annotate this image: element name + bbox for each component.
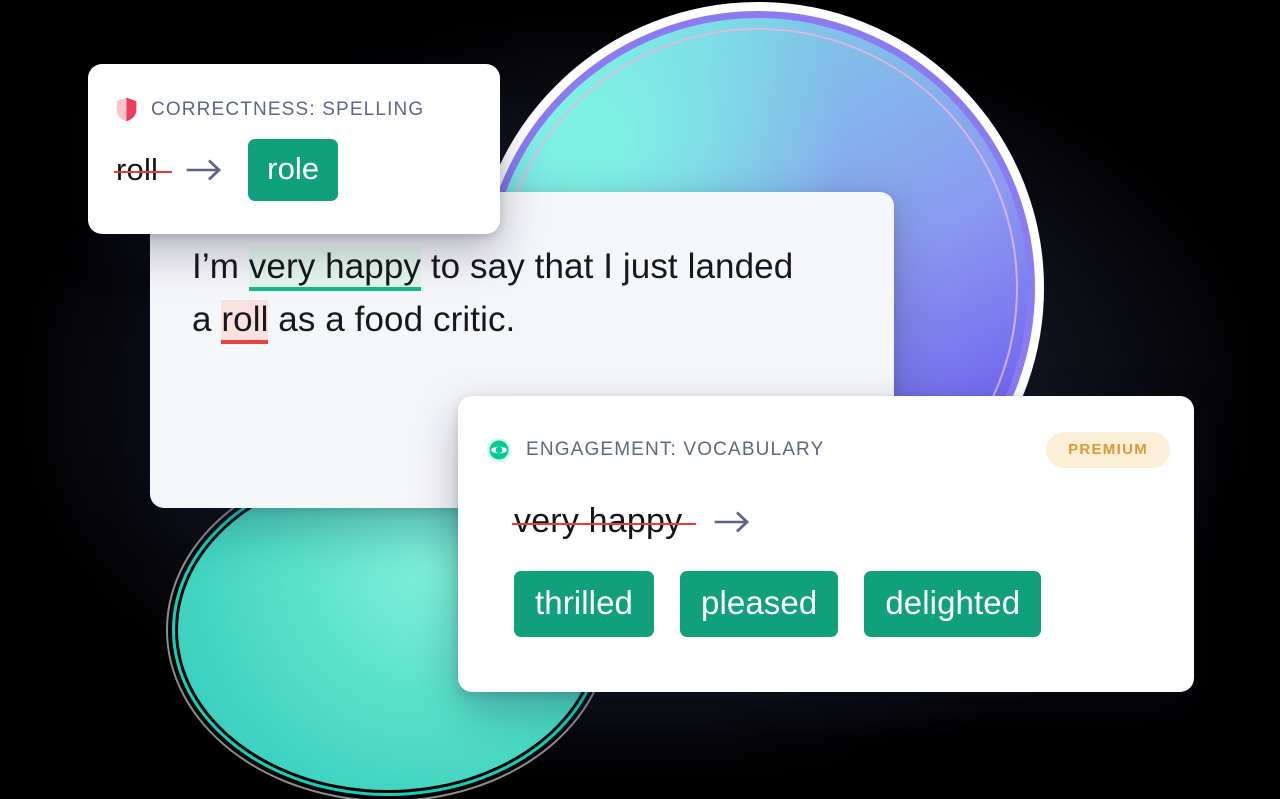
illustration-stage: I’m very happy to say that I just landed…	[0, 0, 1280, 799]
sentence-line1-suffix: to say that I just landed	[421, 247, 794, 286]
arrow-right-icon	[715, 511, 750, 532]
engagement-original-phrase: very happy	[511, 502, 697, 541]
sentence-line2-suffix: as a food critic.	[268, 300, 516, 340]
sentence-line2-prefix: a	[192, 300, 222, 340]
correctness-suggestion-chip[interactable]: role	[248, 139, 339, 201]
correctness-card: CORRECTNESS: SPELLING roll role	[88, 64, 500, 234]
highlight-very-happy[interactable]: very happy	[248, 247, 421, 291]
engagement-card: ENGAGEMENT: VOCABULARY PREMIUM very happ…	[458, 396, 1194, 692]
premium-badge: PREMIUM	[1046, 432, 1170, 468]
engagement-suggestion-chip-1[interactable]: pleased	[680, 571, 839, 637]
correctness-suggestion-row: roll role	[88, 122, 500, 201]
correctness-card-title: CORRECTNESS: SPELLING	[151, 98, 425, 120]
engagement-card-title: ENGAGEMENT: VOCABULARY	[526, 439, 825, 460]
correctness-card-header: CORRECTNESS: SPELLING	[88, 64, 500, 122]
correctness-original-word: roll	[113, 152, 173, 188]
engagement-suggestion-chips: thrilled pleased delighted	[458, 541, 1194, 637]
engagement-suggestion-chip-0[interactable]: thrilled	[514, 571, 655, 637]
arrow-right-icon	[186, 159, 222, 181]
engagement-suggestion-chip-2[interactable]: delighted	[864, 571, 1042, 637]
sentence-line1-prefix: I’m	[192, 247, 249, 286]
highlight-roll[interactable]: roll	[221, 300, 269, 345]
engagement-dot-icon	[487, 438, 511, 462]
shield-icon	[116, 97, 137, 122]
engagement-original-row: very happy	[458, 468, 1194, 541]
engagement-card-header: ENGAGEMENT: VOCABULARY PREMIUM	[458, 396, 1194, 468]
